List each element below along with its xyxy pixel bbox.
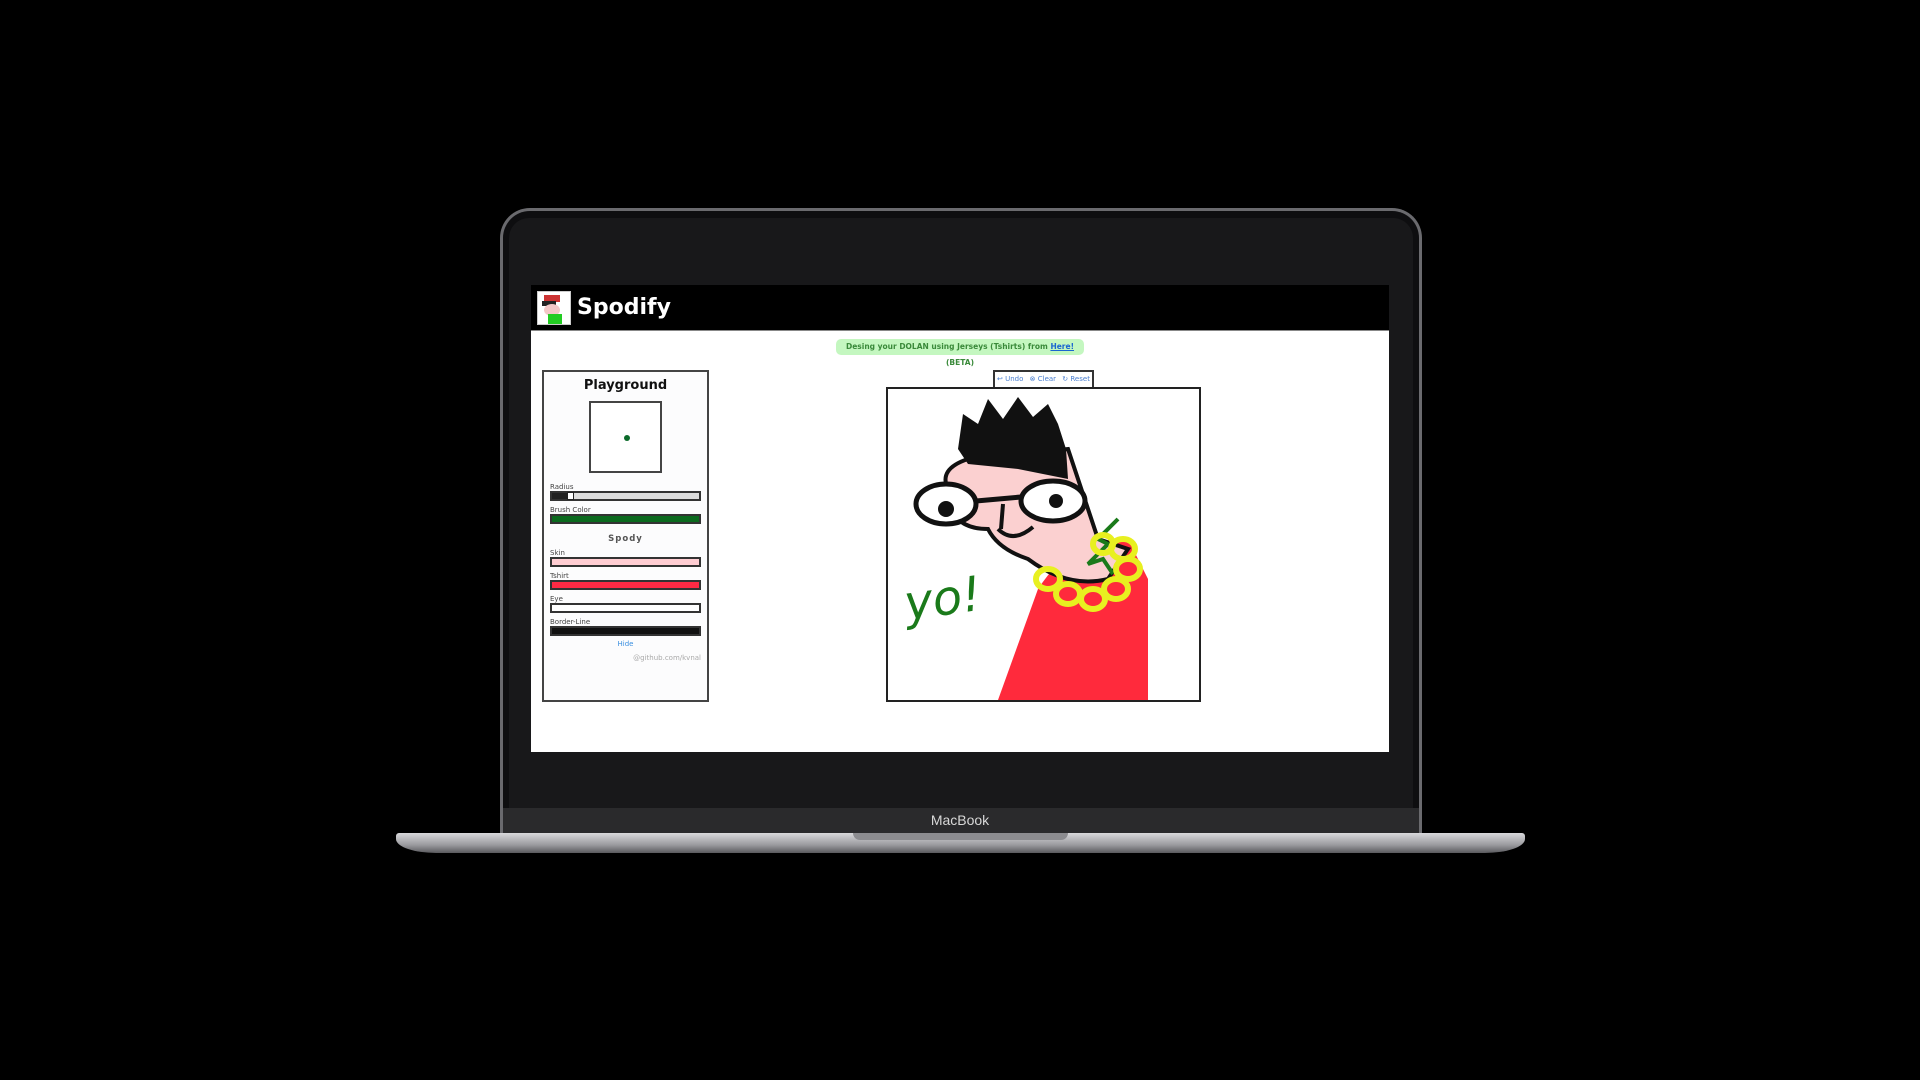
color-picker-border-line[interactable] [550, 626, 701, 636]
laptop-notch [853, 833, 1068, 840]
playground-panel: Playground Radius Brush Color Spody Skin… [542, 370, 709, 702]
color-picker-tshirt[interactable] [550, 580, 701, 590]
hide-link[interactable]: Hide [550, 640, 701, 648]
device-label: MacBook [930, 812, 990, 828]
color-picker-eye[interactable] [550, 603, 701, 613]
spody-drawing: yo! [899, 397, 1148, 700]
here-link[interactable]: Here! [1050, 342, 1074, 351]
logo-icon [537, 290, 571, 325]
slider-thumb[interactable] [566, 492, 574, 500]
color-label: Tshirt [550, 572, 569, 580]
brush-color-label: Brush Color [550, 506, 591, 514]
clear-button[interactable]: ⊗ Clear [1030, 375, 1056, 383]
info-banner: Desing your DOLAN using Jerseys (Tshirts… [836, 339, 1084, 367]
color-picker-skin[interactable] [550, 557, 701, 567]
app-screen: Spodify Desing your DOLAN using Jerseys … [531, 285, 1389, 752]
canvas-toolbar: ↩ Undo ⊗ Clear ↻ Reset [993, 370, 1094, 387]
brush-dot [624, 435, 630, 441]
color-label: Eye [550, 595, 563, 603]
app-header: Spodify [531, 285, 1389, 331]
banner-text: Desing your DOLAN using Jerseys (Tshirts… [845, 342, 1051, 351]
section-title: Spody [608, 534, 643, 544]
brush-color-picker[interactable] [550, 514, 701, 524]
svg-text:yo!: yo! [899, 566, 985, 632]
banner-beta: (BETA) [945, 358, 975, 367]
color-label: Border-Line [550, 618, 591, 626]
app-title: Spodify [577, 295, 671, 320]
credit-text: @github.com/kvnal [633, 654, 701, 662]
panel-title: Playground [583, 378, 668, 393]
drawing-canvas[interactable]: yo! [886, 387, 1201, 702]
undo-button[interactable]: ↩ Undo [997, 375, 1023, 383]
radius-slider[interactable] [550, 491, 701, 501]
brush-preview [589, 401, 662, 473]
radius-label: Radius [550, 483, 574, 491]
reset-button[interactable]: ↻ Reset [1062, 375, 1090, 383]
color-label: Skin [550, 549, 565, 557]
